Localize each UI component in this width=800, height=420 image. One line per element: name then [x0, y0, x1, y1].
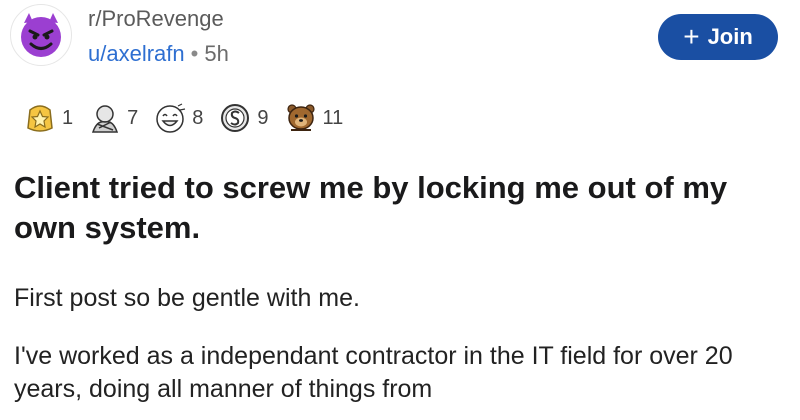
devil-face-icon — [21, 13, 61, 57]
silver-coin-award-icon — [221, 104, 250, 132]
subreddit-avatar[interactable] — [10, 4, 72, 66]
wholesome-award-icon — [92, 105, 119, 133]
awards-bar[interactable]: 1 7 8 9 11 — [22, 98, 357, 138]
join-label: Join — [707, 24, 753, 49]
award-count: 8 — [192, 106, 204, 129]
author-link[interactable]: u/axelrafn — [88, 41, 185, 66]
laughing-award-icon — [156, 103, 186, 133]
post-body-paragraph: I've worked as a independant contractor … — [14, 342, 733, 403]
award-silver[interactable]: 9 — [217, 100, 269, 136]
post-age: 5h — [204, 41, 229, 66]
award-count: 7 — [127, 106, 139, 129]
award-wholesome[interactable]: 7 — [87, 100, 138, 136]
bear-award-icon — [286, 104, 315, 131]
plus-icon: + — [683, 21, 700, 52]
meta-separator: • — [190, 41, 199, 66]
join-button[interactable]: + Join — [658, 14, 778, 60]
post-title[interactable]: Client tried to screw me by locking me o… — [14, 168, 784, 248]
post-meta: r/ProRevenge u/axelrafn • 5h — [88, 6, 229, 68]
award-count: 1 — [62, 106, 74, 129]
award-count: 9 — [257, 106, 269, 129]
award-gold-star[interactable]: 1 — [22, 100, 73, 136]
award-count: 11 — [322, 106, 344, 129]
award-laughing[interactable]: 8 — [152, 100, 203, 136]
gold-star-award-icon — [27, 105, 53, 132]
post-body-paragraph: First post so be gentle with me. — [14, 284, 360, 312]
award-bear[interactable]: 11 — [283, 100, 344, 136]
subreddit-name[interactable]: r/ProRevenge — [88, 6, 229, 32]
author-line: u/axelrafn • 5h — [88, 40, 229, 68]
